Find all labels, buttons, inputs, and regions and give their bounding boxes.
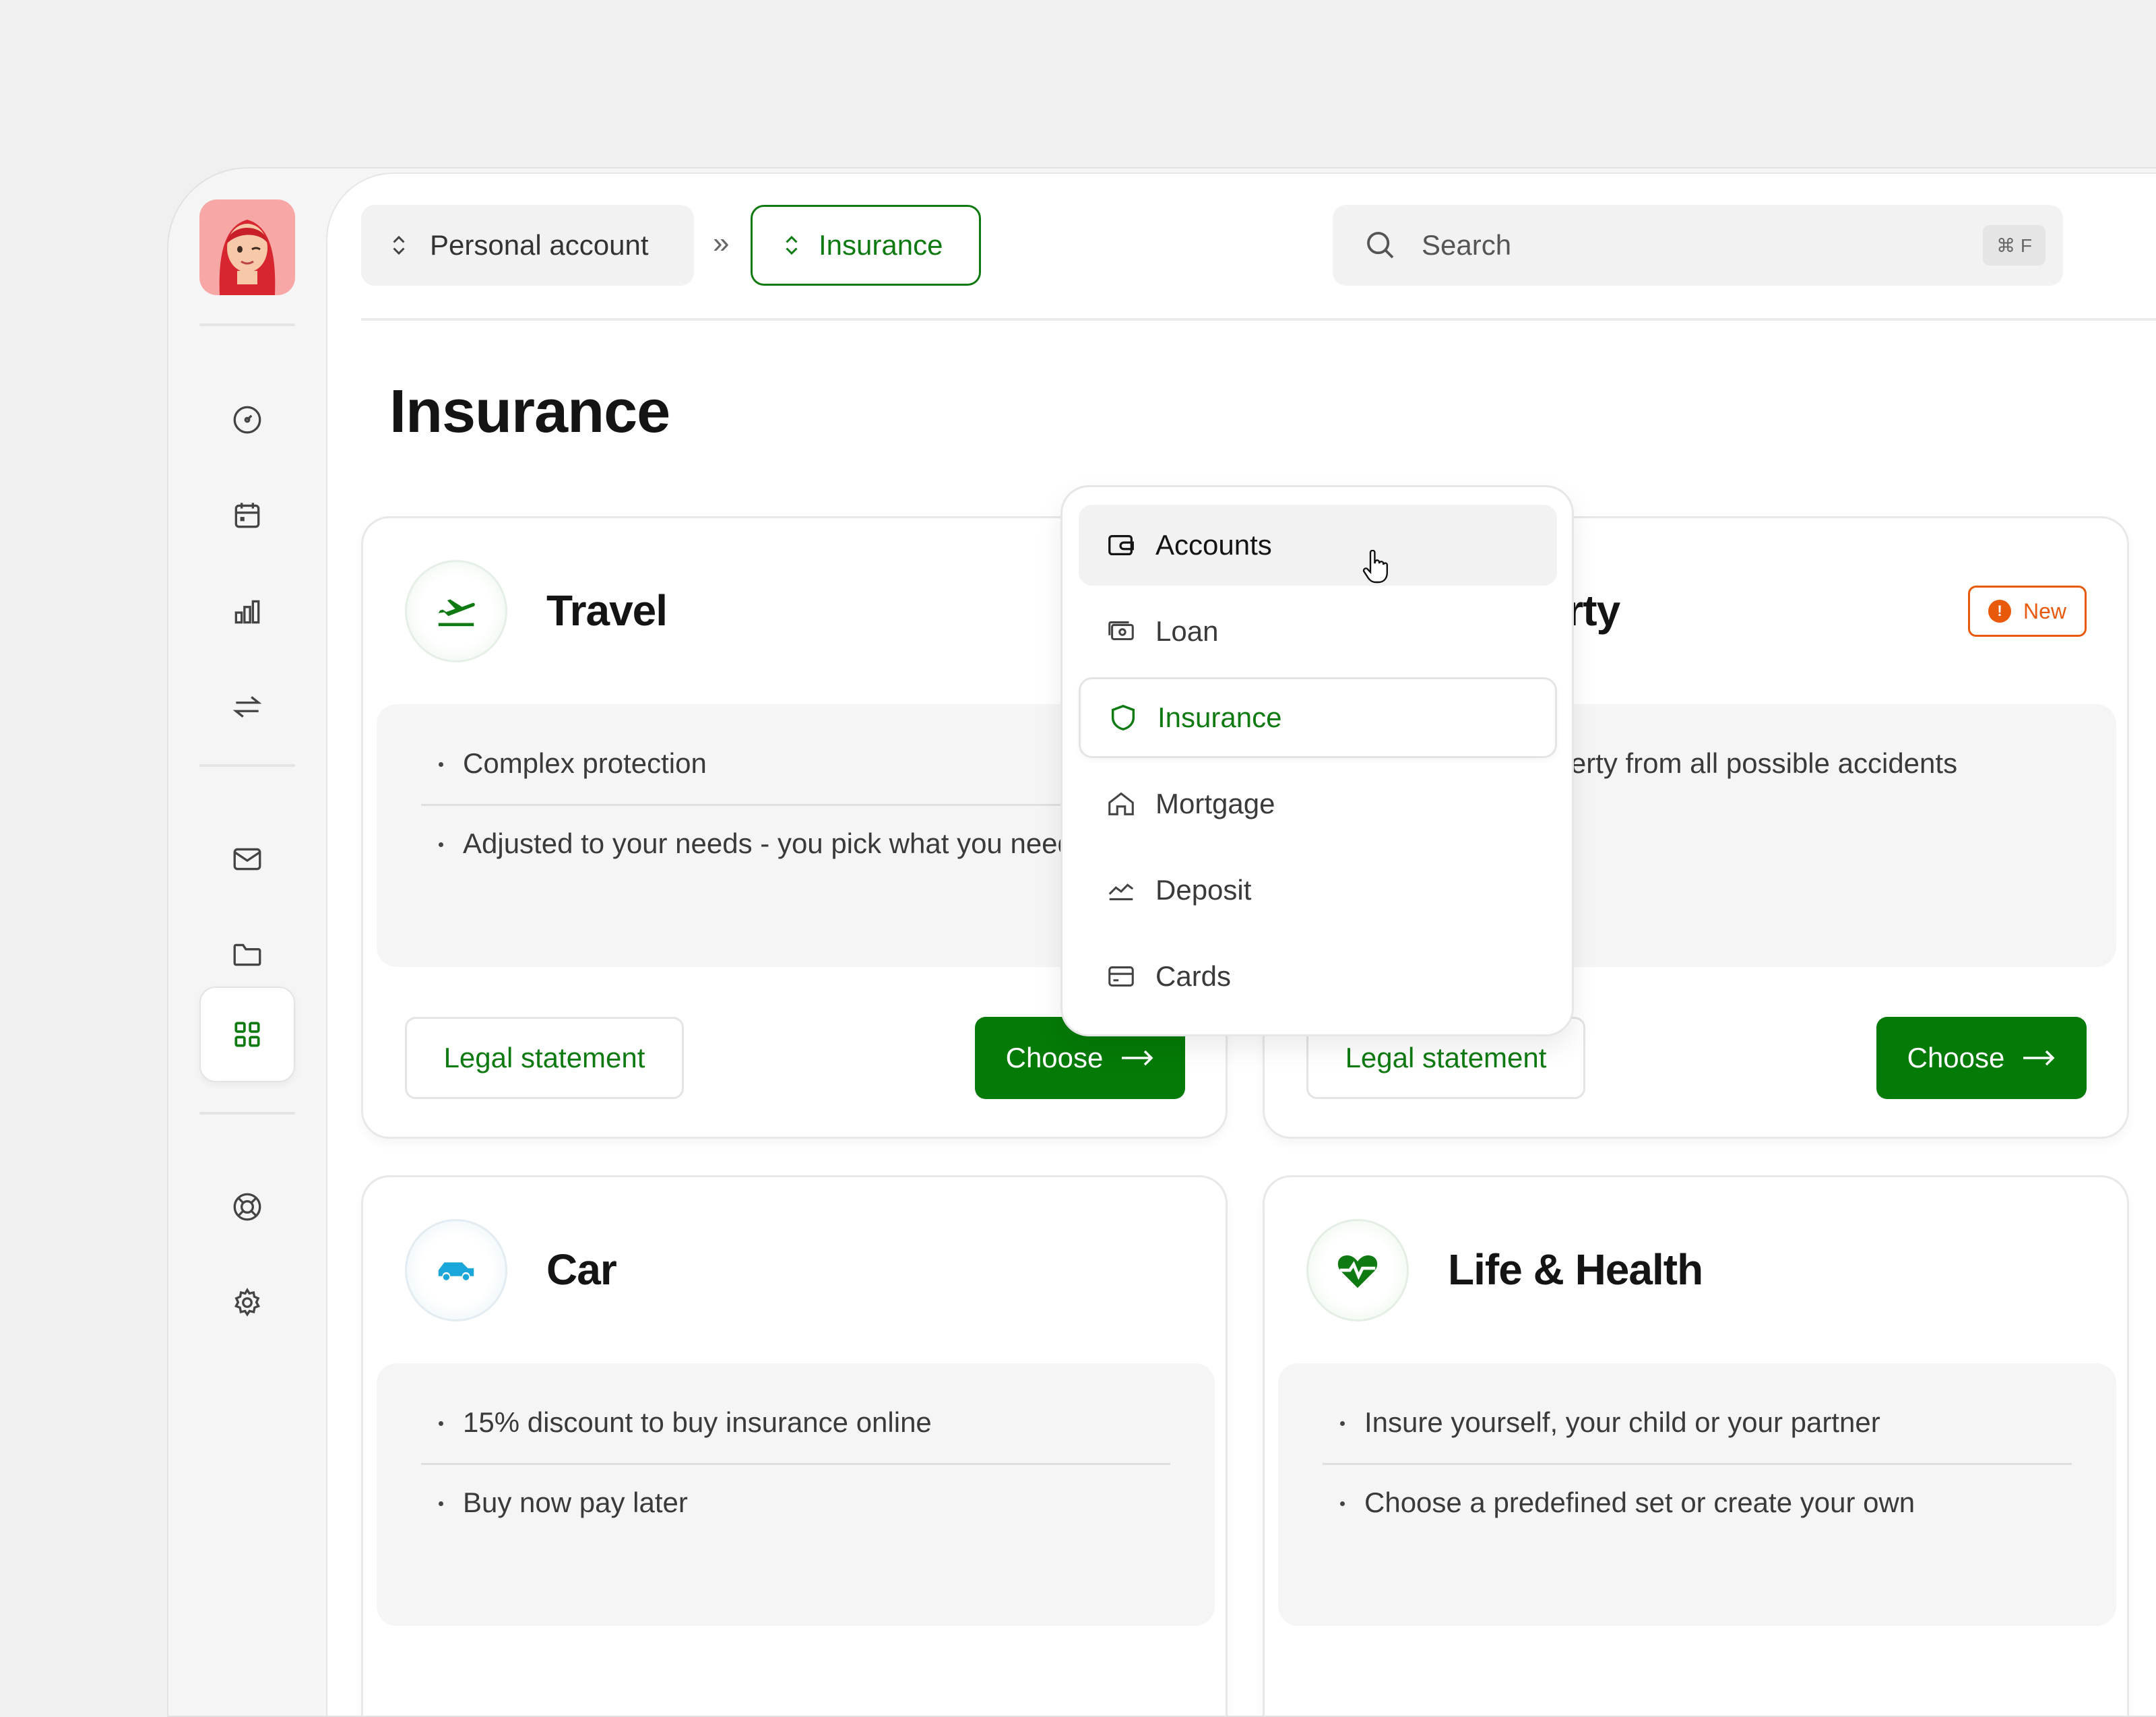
main-panel: Personal account » Insurance Search ⌘ F … bbox=[326, 173, 2156, 1716]
hand-cursor-icon bbox=[1362, 550, 1388, 584]
card-title: Life & Health bbox=[1448, 1245, 1703, 1294]
chevron-updown-icon bbox=[786, 235, 798, 255]
header-divider bbox=[361, 318, 2156, 321]
card-body: Insure yourself, your child or your part… bbox=[1278, 1363, 2116, 1626]
heart-pulse-icon bbox=[1306, 1219, 1409, 1321]
settings-icon[interactable] bbox=[199, 1255, 295, 1350]
search-shortcut: ⌘ F bbox=[1983, 225, 2046, 266]
card-body: 15% discount to buy insurance online Buy… bbox=[377, 1363, 1215, 1626]
menu-item-label: Loan bbox=[1155, 615, 1219, 647]
sidebar-divider bbox=[199, 1112, 295, 1115]
alert-icon: ! bbox=[1988, 600, 2011, 623]
menu-item-accounts[interactable]: Accounts bbox=[1079, 505, 1557, 586]
app-window: Personal account » Insurance Search ⌘ F … bbox=[167, 167, 2156, 1717]
sidebar-divider bbox=[199, 764, 295, 767]
menu-item-label: Mortgage bbox=[1155, 788, 1275, 819]
card-bullet: Insure yourself, your child or your part… bbox=[1323, 1404, 2072, 1441]
card-title: Travel bbox=[546, 586, 668, 635]
arrow-right-icon bbox=[2023, 1050, 2055, 1066]
menu-item-label: Cards bbox=[1155, 960, 1232, 992]
wallet-icon bbox=[1108, 534, 1134, 556]
choose-label: Choose bbox=[1907, 1042, 2005, 1073]
calendar-icon[interactable] bbox=[199, 468, 295, 563]
menu-item-insurance[interactable]: Insurance bbox=[1079, 677, 1557, 758]
menu-item-label: Deposit bbox=[1155, 874, 1252, 906]
account-switcher-label: Personal account bbox=[430, 229, 649, 261]
avatar[interactable] bbox=[199, 199, 295, 295]
card-icon bbox=[1108, 966, 1134, 987]
legal-statement-button[interactable]: Legal statement bbox=[405, 1017, 684, 1099]
insurance-card-life-health: Life & Health Insure yourself, your chil… bbox=[1263, 1175, 2129, 1716]
account-switcher[interactable]: Personal account bbox=[361, 205, 694, 286]
menu-item-loan[interactable]: Loan bbox=[1079, 591, 1557, 672]
bullet-divider bbox=[421, 804, 1170, 806]
section-dropdown-menu: Accounts Loan Insurance Mortgage Deposit… bbox=[1060, 485, 1574, 1036]
insurance-card-car: Car 15% discount to buy insurance online… bbox=[361, 1175, 1228, 1716]
bullet-divider bbox=[1323, 1463, 2072, 1465]
section-switcher-label: Insurance bbox=[819, 229, 943, 261]
search-input[interactable]: Search ⌘ F bbox=[1333, 205, 2063, 286]
breadcrumb-separator: » bbox=[713, 226, 730, 259]
bullet-divider bbox=[421, 1463, 1170, 1465]
card-title: Car bbox=[546, 1245, 617, 1294]
card-bullet: Buy now pay later bbox=[421, 1484, 1170, 1522]
help-icon[interactable] bbox=[199, 1159, 295, 1255]
dashboard-icon[interactable] bbox=[199, 372, 295, 468]
car-icon bbox=[405, 1219, 507, 1321]
badge-label: New bbox=[2023, 598, 2066, 623]
card-bullet: Complex protection bbox=[421, 745, 1170, 782]
arrow-right-icon bbox=[1122, 1050, 1153, 1066]
apps-icon[interactable] bbox=[199, 987, 295, 1082]
plane-departure-icon bbox=[405, 560, 507, 662]
card-bullet: Adjusted to your needs - you pick what y… bbox=[421, 825, 1170, 863]
menu-item-cards[interactable]: Cards bbox=[1079, 936, 1557, 1017]
choose-label: Choose bbox=[1005, 1042, 1104, 1073]
choose-button[interactable]: Choose bbox=[1876, 1017, 2087, 1099]
card-bullet: 15% discount to buy insurance online bbox=[421, 1404, 1170, 1441]
page-title: Insurance bbox=[389, 378, 670, 445]
shield-icon bbox=[1111, 704, 1135, 731]
menu-item-label: Insurance bbox=[1158, 701, 1282, 733]
search-icon bbox=[1367, 232, 1394, 259]
card-bullet: Choose a predefined set or create your o… bbox=[1323, 1484, 2072, 1522]
new-badge: ! New bbox=[1968, 586, 2087, 637]
home-icon bbox=[1108, 792, 1134, 815]
section-switcher[interactable]: Insurance bbox=[751, 205, 981, 286]
menu-item-label: Accounts bbox=[1155, 529, 1272, 561]
cash-icon bbox=[1108, 621, 1134, 641]
growth-icon bbox=[1108, 883, 1134, 900]
chart-icon[interactable] bbox=[199, 563, 295, 659]
sidebar-divider bbox=[199, 323, 295, 326]
transfer-icon[interactable] bbox=[199, 659, 295, 755]
chevron-updown-icon bbox=[393, 235, 405, 255]
menu-item-deposit[interactable]: Deposit bbox=[1079, 850, 1557, 931]
menu-item-mortgage[interactable]: Mortgage bbox=[1079, 763, 1557, 844]
sidebar bbox=[168, 168, 326, 1716]
search-placeholder: Search bbox=[1422, 229, 1512, 261]
mail-icon[interactable] bbox=[199, 811, 295, 907]
